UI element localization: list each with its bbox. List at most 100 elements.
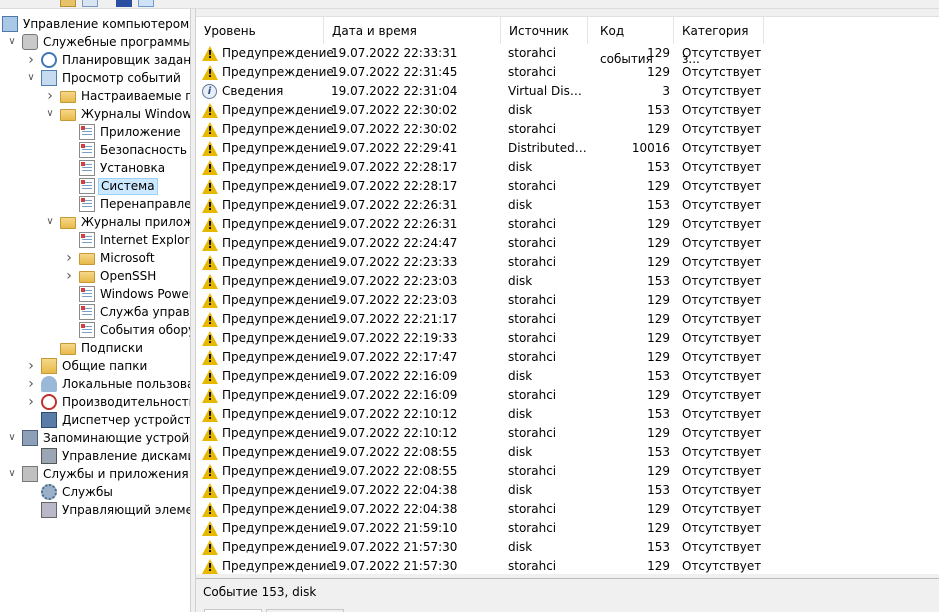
chevron-right-icon[interactable]: › xyxy=(63,267,75,285)
event-source-cell: disk xyxy=(508,369,533,383)
forward-arrow-icon[interactable] xyxy=(26,0,42,7)
tree-item[interactable]: ∨ Службы и приложения xyxy=(6,465,190,483)
tree-item[interactable]: ∨ Журналы приложе xyxy=(44,213,190,231)
back-arrow-icon[interactable] xyxy=(6,0,22,7)
event-row[interactable]: Предупреждение19.07.2022 22:10:12 disk 153… xyxy=(196,405,939,424)
tree-item[interactable]: Диспетчер устройств xyxy=(25,411,190,429)
chevron-down-icon[interactable]: ∨ xyxy=(6,429,18,447)
tree-item[interactable]: Служба управл xyxy=(63,303,190,321)
tree-item[interactable]: ∨ Служебные программы xyxy=(6,33,190,51)
event-id-cell: 153 xyxy=(647,445,670,459)
event-level-text: Предупреждение xyxy=(222,521,334,535)
tree-item[interactable]: ∨ Запоминающие устройст xyxy=(6,429,190,447)
warning-icon xyxy=(202,464,218,479)
event-row[interactable]: Предупреждение19.07.2022 22:26:31 storahc… xyxy=(196,215,939,234)
wmi-control-icon xyxy=(41,502,57,518)
tree-item[interactable]: › Планировщик заданий xyxy=(25,51,190,69)
event-row[interactable]: Предупреждение19.07.2022 22:24:47 storahc… xyxy=(196,234,939,253)
column-header-level[interactable]: Уровень xyxy=(196,17,324,44)
chevron-right-icon[interactable]: › xyxy=(63,249,75,267)
event-row[interactable]: Предупреждение19.07.2022 22:23:03 storahc… xyxy=(196,291,939,310)
event-row[interactable]: Предупреждение19.07.2022 22:28:17 disk 153… xyxy=(196,158,939,177)
tree-item[interactable]: Управление дисками xyxy=(25,447,190,465)
event-source-cell: DistributedC... xyxy=(508,141,588,155)
event-level-text: Предупреждение xyxy=(222,293,334,307)
event-row[interactable]: Предупреждение19.07.2022 22:23:33 storahc… xyxy=(196,253,939,272)
task-scheduler-icon xyxy=(41,52,57,68)
column-header-event-id[interactable]: Код события xyxy=(592,17,674,66)
event-row[interactable]: Предупреждение19.07.2022 21:57:30 storahc… xyxy=(196,557,939,574)
warning-icon xyxy=(202,274,218,289)
warning-icon xyxy=(202,483,218,498)
tree-item[interactable]: › OpenSSH xyxy=(63,267,158,285)
chevron-down-icon[interactable]: ∨ xyxy=(6,33,18,51)
event-id-cell: 129 xyxy=(647,426,670,440)
event-id-cell: 129 xyxy=(647,502,670,516)
event-category-cell: Отсутствует xyxy=(682,350,762,364)
tree-item[interactable]: Службы xyxy=(25,483,115,501)
tree-item[interactable]: Система xyxy=(63,177,158,195)
tree-item[interactable]: Перенаправлен xyxy=(63,195,190,213)
event-row[interactable]: Предупреждение19.07.2022 22:08:55 storahc… xyxy=(196,462,939,481)
event-row[interactable]: Предупреждение19.07.2022 22:26:31 disk 153… xyxy=(196,196,939,215)
event-row[interactable]: Предупреждение19.07.2022 22:17:47 storahc… xyxy=(196,348,939,367)
tree-item[interactable]: Internet Explorer xyxy=(63,231,190,249)
chevron-down-icon[interactable]: ∨ xyxy=(44,213,56,231)
tree-item[interactable]: › Общие папки xyxy=(25,357,149,375)
chevron-down-icon[interactable]: ∨ xyxy=(44,105,56,123)
column-header-date-time[interactable]: Дата и время xyxy=(324,17,501,44)
tree-item[interactable]: Управление компьютером (л xyxy=(2,15,190,33)
event-row[interactable]: Предупреждение19.07.2022 22:16:09 storahc… xyxy=(196,386,939,405)
tree-item[interactable]: Управляющий элемен xyxy=(25,501,190,519)
chevron-right-icon[interactable]: › xyxy=(44,87,56,105)
event-id-cell: 129 xyxy=(647,350,670,364)
chevron-down-icon[interactable]: ∨ xyxy=(6,465,18,483)
event-row[interactable]: Предупреждение19.07.2022 22:16:09 disk 153… xyxy=(196,367,939,386)
folder-toolbar-icon[interactable] xyxy=(60,0,76,7)
event-row[interactable]: Предупреждение19.07.2022 22:04:38 disk 153… xyxy=(196,481,939,500)
tree-item[interactable]: Приложение xyxy=(63,123,183,141)
tree-item[interactable]: › Настраиваемые пр xyxy=(44,87,190,105)
tree-item[interactable]: События обору xyxy=(63,321,190,339)
chevron-right-icon[interactable]: › xyxy=(25,375,37,393)
tree-item[interactable]: ∨ Просмотр событий xyxy=(25,69,183,87)
event-row[interactable]: Предупреждение19.07.2022 22:10:12 storahc… xyxy=(196,424,939,443)
event-row[interactable]: Предупреждение19.07.2022 22:33:31 storahc… xyxy=(196,44,939,63)
tree-item[interactable]: › Производительность xyxy=(25,393,190,411)
event-row[interactable]: Предупреждение19.07.2022 22:30:02 disk 153… xyxy=(196,101,939,120)
event-row[interactable]: i Сведения 19.07.2022 22:31:04 Virtual Disk… xyxy=(196,82,939,101)
column-header-task-category[interactable]: Категория з... xyxy=(674,17,764,66)
event-row[interactable]: Предупреждение19.07.2022 22:28:17 storahc… xyxy=(196,177,939,196)
tree-item[interactable]: Подписки xyxy=(44,339,145,357)
event-row[interactable]: Предупреждение19.07.2022 22:29:41 Distrib… xyxy=(196,139,939,158)
chevron-right-icon[interactable]: › xyxy=(25,393,37,411)
warning-icon xyxy=(202,160,218,175)
help-toolbar-icon[interactable] xyxy=(116,0,132,7)
tree-item[interactable]: Безопасность xyxy=(63,141,189,159)
properties-toolbar-icon[interactable] xyxy=(82,0,98,7)
event-row[interactable]: Предупреждение19.07.2022 22:04:38 storahc… xyxy=(196,500,939,519)
event-row[interactable]: Предупреждение19.07.2022 21:57:30 disk 153… xyxy=(196,538,939,557)
chevron-right-icon[interactable]: › xyxy=(25,357,37,375)
show-pane-toolbar-icon[interactable] xyxy=(138,0,154,7)
event-id-cell: 129 xyxy=(647,293,670,307)
tree-item[interactable]: Установка xyxy=(63,159,167,177)
event-row[interactable]: Предупреждение19.07.2022 22:19:33 storahc… xyxy=(196,329,939,348)
event-row[interactable]: Предупреждение19.07.2022 21:59:10 storahc… xyxy=(196,519,939,538)
chevron-down-icon[interactable]: ∨ xyxy=(25,69,37,87)
event-row[interactable]: Предупреждение19.07.2022 22:21:17 storahc… xyxy=(196,310,939,329)
warning-icon xyxy=(202,46,218,61)
event-row[interactable]: Предупреждение19.07.2022 22:30:02 storahc… xyxy=(196,120,939,139)
chevron-right-icon[interactable]: › xyxy=(25,51,37,69)
event-row[interactable]: Предупреждение19.07.2022 22:08:55 disk 153… xyxy=(196,443,939,462)
tree-item[interactable]: › Локальные пользовате xyxy=(25,375,190,393)
tree-item[interactable]: Windows Power xyxy=(63,285,190,303)
column-header-source[interactable]: Источник xyxy=(501,17,588,44)
event-row[interactable]: Предупреждение19.07.2022 22:31:45 storahc… xyxy=(196,63,939,82)
tree-item[interactable]: › Microsoft xyxy=(63,249,157,267)
event-row[interactable]: Предупреждение19.07.2022 22:23:03 disk 153… xyxy=(196,272,939,291)
tree-item[interactable]: ∨ Журналы Windows xyxy=(44,105,190,123)
warning-icon xyxy=(202,331,218,346)
